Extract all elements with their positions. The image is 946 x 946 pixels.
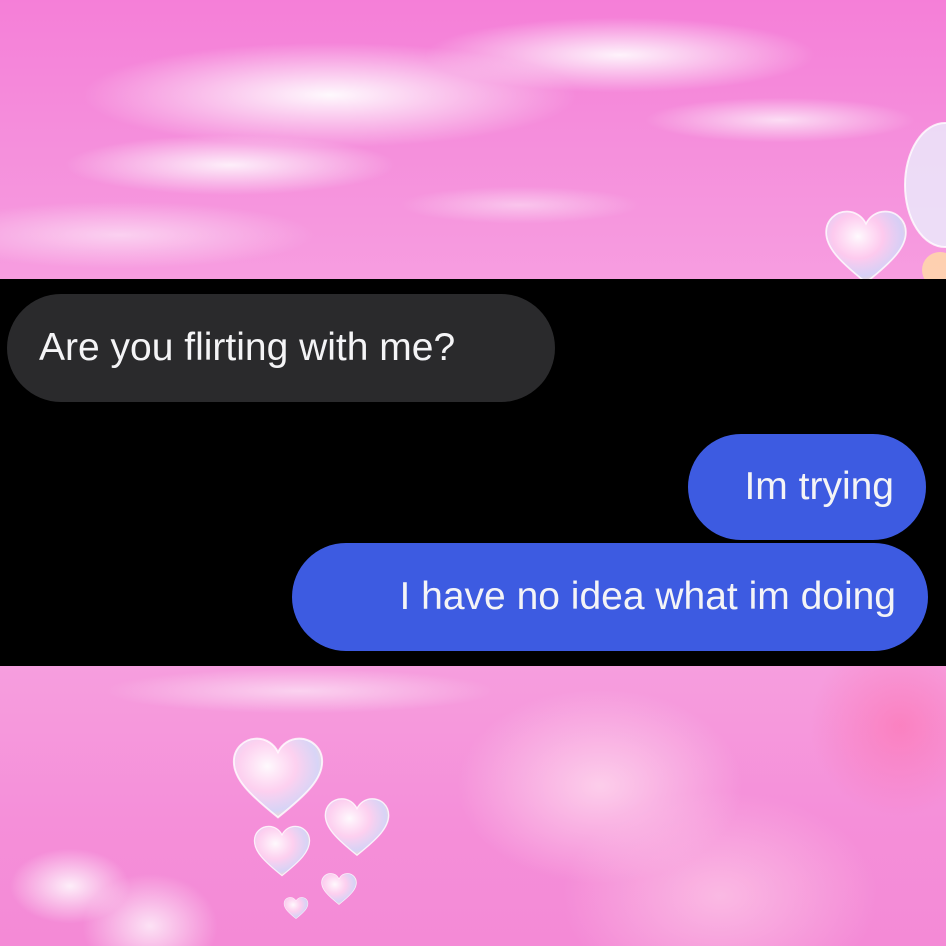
bubble-heart-icon (321, 873, 357, 905)
bubble-heart-icon (283, 897, 309, 919)
bubble-heart-icon (324, 798, 390, 857)
bubble-heart-icon (825, 210, 907, 279)
bubble-heart-icon (922, 252, 946, 279)
bubble-heart-icon (904, 122, 946, 248)
sky-background-bottom (0, 666, 946, 946)
outgoing-message-bubble[interactable]: I have no idea what im doing (292, 543, 928, 651)
bubble-heart-icon (232, 737, 324, 819)
incoming-message-bubble[interactable]: Are you flirting with me? (7, 294, 555, 402)
chat-conversation: Are you flirting with me? Im trying I ha… (0, 279, 946, 666)
bubble-heart-icon (253, 825, 311, 877)
screenshot: Are you flirting with me? Im trying I ha… (0, 0, 946, 946)
outgoing-message-bubble[interactable]: Im trying (688, 434, 926, 540)
sky-background-top (0, 0, 946, 279)
